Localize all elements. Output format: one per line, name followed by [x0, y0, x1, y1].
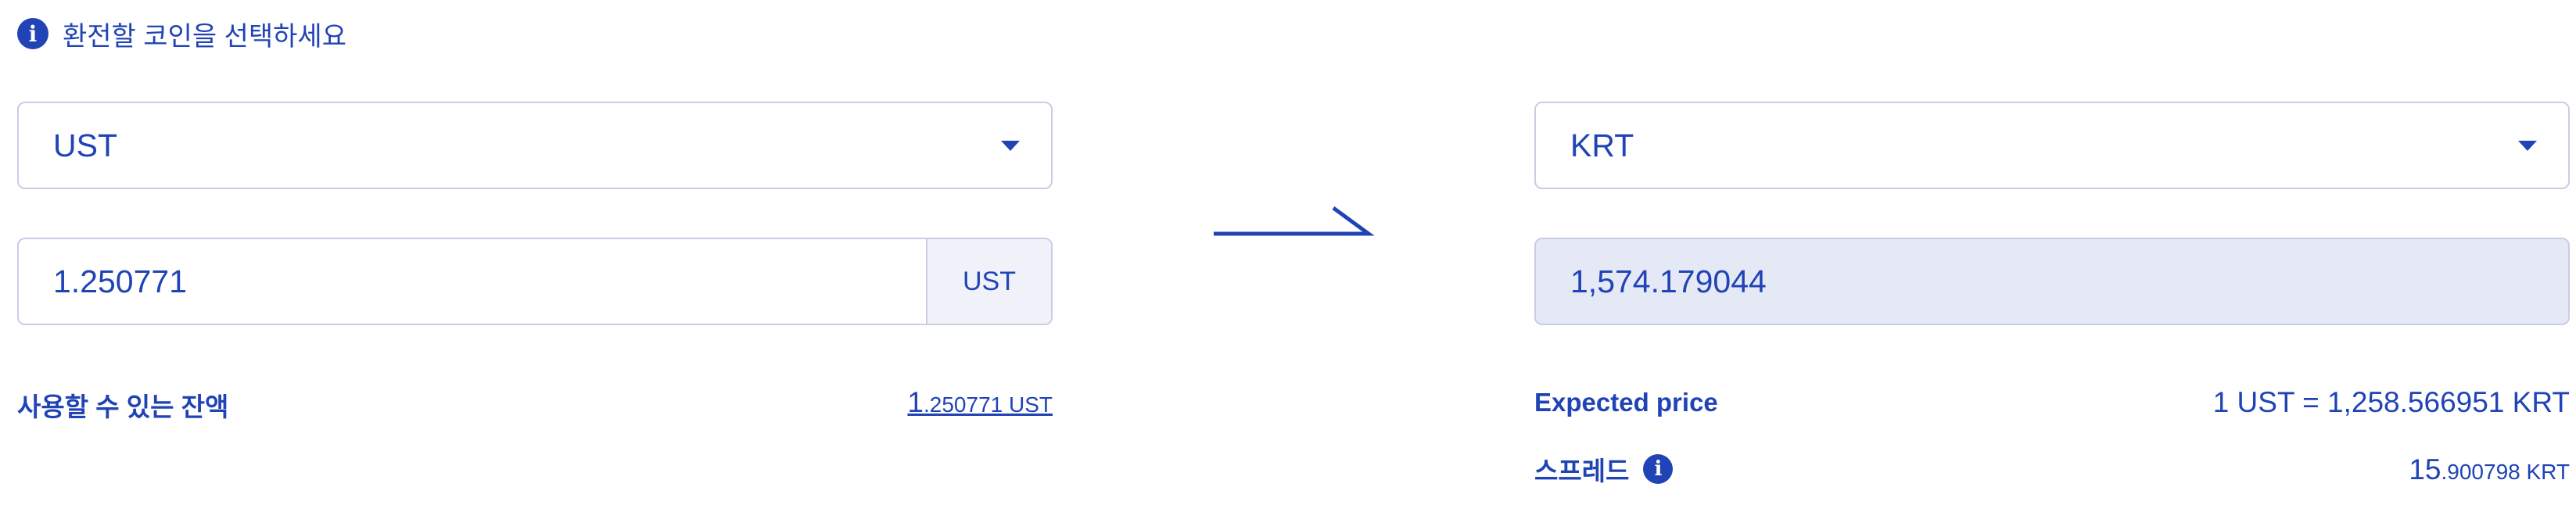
- to-amount-value: 1,574.179044: [1570, 263, 1767, 299]
- to-amount-field: 1,574.179044: [1534, 238, 2570, 325]
- from-amount-unit: UST: [926, 239, 1051, 324]
- info-icon[interactable]: i: [1643, 454, 1674, 484]
- spread-integer: 15: [2409, 453, 2441, 485]
- from-amount-input[interactable]: [19, 239, 926, 324]
- balance-fraction: .250771 UST: [924, 392, 1053, 417]
- spread-value: 15.900798 KRT: [2409, 453, 2570, 486]
- expected-price-value: 1 UST = 1,258.566951 KRT: [2212, 386, 2570, 418]
- hint-text: 환전할 코인을 선택하세요: [63, 21, 346, 52]
- available-balance-link[interactable]: 1.250771 UST: [907, 386, 1053, 419]
- arrow-right-icon: [1214, 206, 1375, 236]
- chevron-down-icon: [1001, 141, 1020, 151]
- available-balance-label: 사용할 수 있는 잔액: [17, 392, 229, 421]
- coin-select-hint: i 환전할 코인을 선택하세요: [17, 14, 346, 53]
- spread-label-row: 스프레드 i: [1534, 450, 1674, 488]
- to-coin-value: KRT: [1570, 127, 1634, 163]
- info-icon: i: [17, 18, 48, 49]
- spread-label: 스프레드: [1534, 457, 1630, 485]
- spread-fraction: .900798 KRT: [2441, 460, 2571, 484]
- to-coin-select[interactable]: KRT: [1534, 102, 2570, 189]
- balance-integer: 1: [907, 386, 924, 418]
- from-amount-field: UST: [17, 238, 1053, 325]
- from-coin-select[interactable]: UST: [17, 102, 1053, 189]
- from-coin-value: UST: [53, 127, 117, 163]
- expected-price-label: Expected price: [1534, 388, 1718, 417]
- chevron-down-icon: [2518, 141, 2537, 151]
